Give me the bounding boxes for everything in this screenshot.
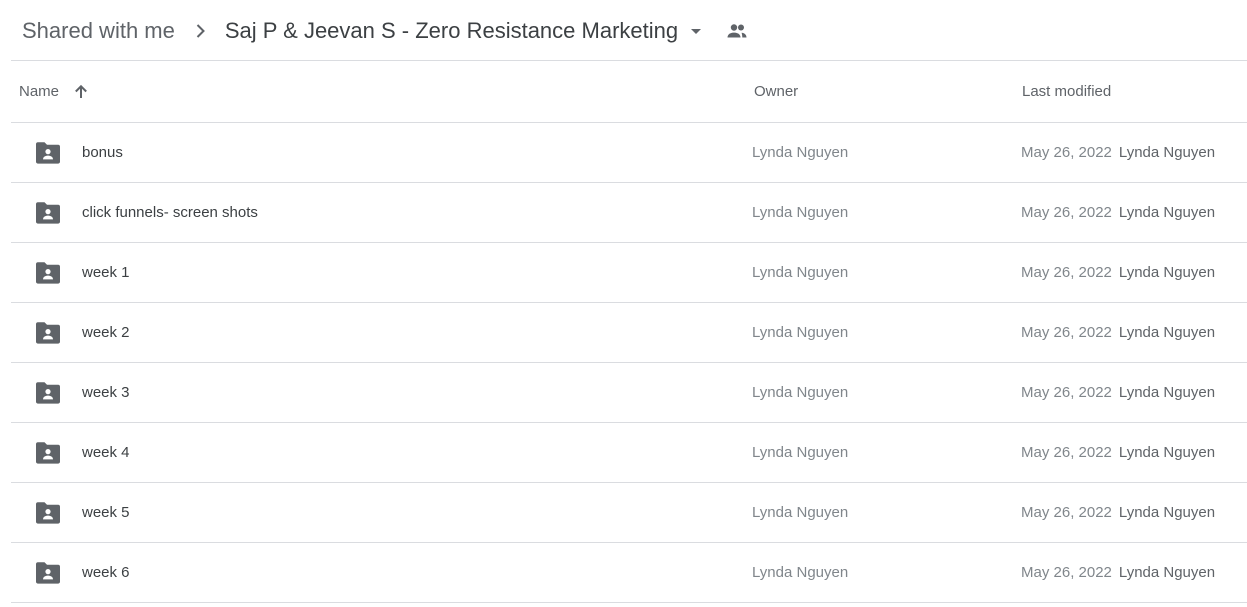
- column-last-modified-label: Last modified: [1022, 83, 1112, 100]
- table-row[interactable]: week 4 Lynda Nguyen May 26, 2022 Lynda N…: [11, 423, 1247, 483]
- file-name[interactable]: week 4: [82, 423, 130, 482]
- column-header-last-modified[interactable]: Last modified: [1022, 61, 1111, 122]
- modified-by: Lynda Nguyen: [1118, 384, 1216, 401]
- file-last-modified: May 26, 2022 Lynda Nguyen: [1021, 243, 1215, 302]
- column-header-owner: Owner: [754, 61, 798, 122]
- chevron-right-icon: [188, 19, 212, 43]
- arrow-upward-icon[interactable]: [71, 82, 91, 102]
- column-header-name[interactable]: Name: [19, 61, 91, 122]
- file-owner: Lynda Nguyen: [752, 504, 849, 521]
- breadcrumb-current-folder[interactable]: Saj P & Jeevan S - Zero Resistance Marke…: [225, 18, 678, 44]
- file-owner: Lynda Nguyen: [752, 384, 849, 401]
- modified-date: May 26, 2022: [1021, 204, 1112, 221]
- shared-folder-icon: [35, 261, 61, 285]
- file-owner: Lynda Nguyen: [752, 564, 849, 581]
- breadcrumb: Shared with me Saj P & Jeevan S - Zero R…: [22, 10, 749, 52]
- modified-date: May 26, 2022: [1021, 264, 1112, 281]
- file-last-modified: May 26, 2022 Lynda Nguyen: [1021, 183, 1215, 242]
- modified-by: Lynda Nguyen: [1118, 264, 1216, 281]
- modified-by: Lynda Nguyen: [1118, 444, 1216, 461]
- modified-by: Lynda Nguyen: [1118, 324, 1216, 341]
- shared-folder-icon: [35, 201, 61, 225]
- modified-by: Lynda Nguyen: [1118, 144, 1216, 161]
- table-row[interactable]: week 1 Lynda Nguyen May 26, 2022 Lynda N…: [11, 243, 1247, 303]
- modified-date: May 26, 2022: [1021, 564, 1112, 581]
- shared-folder-icon: [35, 381, 61, 405]
- table-row[interactable]: week 6 Lynda Nguyen May 26, 2022 Lynda N…: [11, 543, 1247, 603]
- file-last-modified: May 26, 2022 Lynda Nguyen: [1021, 303, 1215, 362]
- people-icon[interactable]: [725, 19, 749, 43]
- modified-date: May 26, 2022: [1021, 144, 1112, 161]
- list-header: Name Owner Last modified: [11, 61, 1247, 123]
- file-owner: Lynda Nguyen: [752, 444, 849, 461]
- table-row[interactable]: week 3 Lynda Nguyen May 26, 2022 Lynda N…: [11, 363, 1247, 423]
- breadcrumb-shared-with-me[interactable]: Shared with me: [22, 18, 175, 44]
- file-name[interactable]: week 1: [82, 243, 130, 302]
- shared-folder-icon: [35, 321, 61, 345]
- file-last-modified: May 26, 2022 Lynda Nguyen: [1021, 363, 1215, 422]
- table-row[interactable]: week 2 Lynda Nguyen May 26, 2022 Lynda N…: [11, 303, 1247, 363]
- shared-folder-icon: [35, 141, 61, 165]
- modified-by: Lynda Nguyen: [1118, 504, 1216, 521]
- column-name-label: Name: [19, 83, 60, 100]
- modified-date: May 26, 2022: [1021, 444, 1112, 461]
- shared-folder-icon: [35, 501, 61, 525]
- shared-folder-icon: [35, 561, 61, 585]
- file-name[interactable]: bonus: [82, 123, 123, 182]
- modified-by: Lynda Nguyen: [1118, 204, 1216, 221]
- table-row[interactable]: bonus Lynda Nguyen May 26, 2022 Lynda Ng…: [11, 123, 1247, 183]
- file-name[interactable]: week 5: [82, 483, 130, 542]
- file-owner: Lynda Nguyen: [752, 144, 849, 161]
- file-list: Name Owner Last modified bonus Lynda Ngu…: [11, 61, 1247, 603]
- file-name[interactable]: click funnels- screen shots: [82, 183, 258, 242]
- file-last-modified: May 26, 2022 Lynda Nguyen: [1021, 543, 1215, 602]
- file-last-modified: May 26, 2022 Lynda Nguyen: [1021, 423, 1215, 482]
- modified-date: May 26, 2022: [1021, 384, 1112, 401]
- file-last-modified: May 26, 2022 Lynda Nguyen: [1021, 123, 1215, 182]
- file-last-modified: May 26, 2022 Lynda Nguyen: [1021, 483, 1215, 542]
- table-row[interactable]: click funnels- screen shots Lynda Nguyen…: [11, 183, 1247, 243]
- file-name[interactable]: week 3: [82, 363, 130, 422]
- file-name[interactable]: week 6: [82, 543, 130, 602]
- column-owner-label: Owner: [754, 83, 799, 100]
- arrow-drop-down-icon[interactable]: [684, 19, 708, 43]
- file-name[interactable]: week 2: [82, 303, 130, 362]
- modified-by: Lynda Nguyen: [1118, 564, 1216, 581]
- modified-date: May 26, 2022: [1021, 504, 1112, 521]
- file-owner: Lynda Nguyen: [752, 204, 849, 221]
- modified-date: May 26, 2022: [1021, 324, 1112, 341]
- file-owner: Lynda Nguyen: [752, 264, 849, 281]
- table-row[interactable]: week 5 Lynda Nguyen May 26, 2022 Lynda N…: [11, 483, 1247, 543]
- shared-folder-icon: [35, 441, 61, 465]
- file-owner: Lynda Nguyen: [752, 324, 849, 341]
